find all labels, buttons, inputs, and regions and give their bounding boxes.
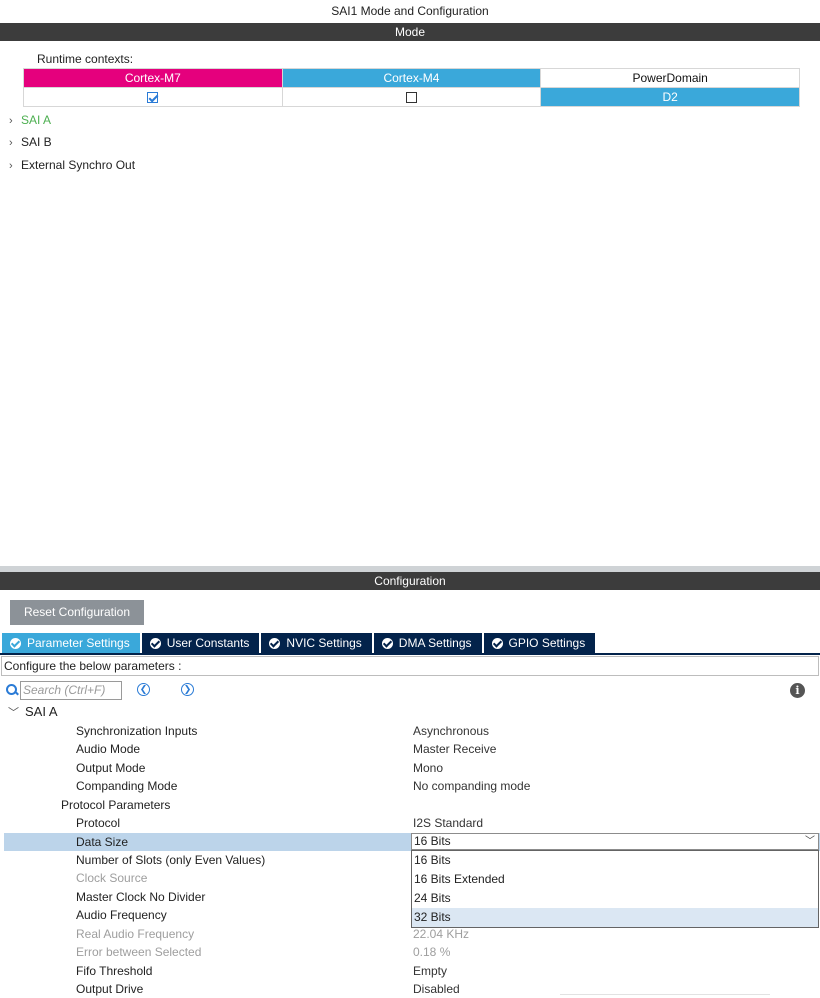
param-value[interactable]: I2S Standard	[413, 814, 483, 832]
param-row[interactable]: Output Mode Mono	[4, 759, 820, 777]
param-row[interactable]: Fifo Threshold Empty	[4, 962, 820, 980]
param-value: 0.18 %	[413, 945, 451, 959]
tab-label: NVIC Settings	[286, 636, 362, 650]
param-name: Error between Selected	[76, 945, 202, 959]
param-name: Number of Slots (only Even Values)	[76, 853, 266, 867]
param-subgroup-protocol[interactable]: Protocol Parameters	[4, 796, 820, 814]
param-name: Clock Source	[76, 871, 148, 885]
powerdomain-value[interactable]: D2	[540, 87, 800, 107]
select-value: 16 Bits	[414, 834, 451, 848]
param-name: Audio Mode	[76, 742, 141, 756]
param-value[interactable]: Mono	[413, 759, 443, 777]
window-title: SAI1 Mode and Configuration	[331, 4, 489, 18]
checkbox-checked-icon[interactable]	[147, 92, 159, 104]
data-size-select[interactable]: 16 Bits ﹀	[411, 833, 819, 850]
param-value[interactable]: Empty	[413, 962, 447, 980]
data-size-dropdown: 16 Bits 16 Bits Extended 24 Bits 32 Bits	[411, 850, 819, 928]
check-circle-icon	[10, 637, 21, 649]
dropdown-option-highlighted[interactable]: 32 Bits	[412, 908, 818, 927]
tab-label: DMA Settings	[398, 636, 472, 650]
cortex-m7-checkbox-cell	[23, 87, 283, 107]
check-circle-icon	[491, 637, 503, 649]
param-name: Master Clock No Divider	[76, 890, 206, 904]
param-name: Audio Frequency	[76, 908, 167, 922]
tab-label: User Constants	[166, 636, 250, 650]
dropdown-option[interactable]: 16 Bits	[412, 851, 818, 870]
checkbox-empty-icon[interactable]	[405, 92, 417, 104]
param-name: Output Drive	[76, 982, 144, 996]
check-circle-icon	[381, 637, 393, 649]
param-row[interactable]: Synchronization Inputs Asynchronous	[4, 722, 820, 740]
context-cortex-m4: Cortex-M4	[281, 68, 542, 88]
tree-item-label: External Synchro Out	[21, 158, 136, 172]
param-name: Output Mode	[76, 761, 146, 775]
param-row[interactable]: Audio Mode Master Receive	[4, 740, 820, 758]
param-group-label: SAI A	[25, 704, 58, 719]
info-icon[interactable]: i	[790, 683, 805, 698]
tab-dma-settings[interactable]: DMA Settings	[373, 633, 482, 653]
tab-parameter-settings[interactable]: Parameter Settings	[2, 633, 140, 653]
tab-gpio-settings[interactable]: GPIO Settings	[483, 633, 596, 653]
param-row[interactable]: Protocol I2S Standard	[4, 814, 820, 832]
chevron-right-icon[interactable]: ›	[9, 157, 21, 175]
tree-item-label: SAI A	[21, 113, 52, 127]
search-icon	[6, 683, 19, 697]
param-group-sai-a[interactable]: ﹀ SAI A	[8, 703, 58, 721]
tree-item-label: SAI B	[21, 135, 52, 149]
chevron-down-icon[interactable]: ﹀	[805, 834, 815, 849]
chevron-right-icon[interactable]: ›	[9, 134, 21, 152]
param-name: Fifo Threshold	[76, 964, 153, 978]
next-arrow-icon[interactable]: ❯	[181, 683, 194, 696]
dropdown-option[interactable]: 16 Bits Extended	[412, 870, 818, 889]
check-circle-icon	[149, 637, 161, 649]
chevron-down-icon[interactable]: ﹀	[8, 707, 19, 719]
mode-header: Mode	[0, 23, 820, 41]
param-value[interactable]: No companding mode	[413, 777, 530, 795]
param-row[interactable]: Companding Mode No companding mode	[4, 777, 820, 795]
tree-item-external-synchro-out[interactable]: › External Synchro Out	[9, 156, 135, 174]
dropdown-option[interactable]: 24 Bits	[412, 889, 818, 908]
runtime-contexts-label: Runtime contexts:	[37, 52, 134, 66]
param-name: Protocol Parameters	[61, 798, 171, 812]
param-value[interactable]: Disabled	[413, 980, 460, 998]
runtime-contexts-table: Cortex-M7 Cortex-M4 PowerDomain D2	[23, 68, 800, 107]
tree-item-sai-a[interactable]: › SAI A	[9, 111, 51, 129]
param-name: Protocol	[76, 816, 121, 830]
param-value[interactable]: Asynchronous	[413, 722, 489, 740]
tab-nvic-settings[interactable]: NVIC Settings	[261, 633, 372, 653]
tab-label: Parameter Settings	[27, 636, 130, 650]
config-tabs: Parameter Settings User Constants NVIC S…	[2, 633, 597, 653]
tree-item-sai-b[interactable]: › SAI B	[9, 133, 52, 151]
chevron-right-icon[interactable]: ›	[9, 112, 21, 130]
scroll-hint-line	[560, 994, 770, 998]
context-cortex-m7: Cortex-M7	[23, 68, 283, 88]
cortex-m4-checkbox-cell	[281, 87, 542, 107]
param-value[interactable]: Master Receive	[413, 740, 496, 758]
search-input[interactable]	[20, 680, 122, 700]
param-name: Data Size	[76, 835, 129, 849]
tab-user-constants[interactable]: User Constants	[141, 633, 260, 653]
check-circle-icon	[269, 637, 281, 649]
param-row: Error between Selected 0.18 %	[4, 943, 820, 961]
reset-configuration-button[interactable]: Reset Configuration	[10, 600, 144, 625]
tab-label: GPIO Settings	[508, 636, 586, 650]
param-name: Companding Mode	[76, 779, 178, 793]
param-name: Synchronization Inputs	[76, 724, 198, 738]
search-bar	[6, 680, 122, 700]
tabs-underline	[0, 653, 820, 655]
prev-arrow-icon[interactable]: ❮	[137, 683, 150, 696]
param-name: Real Audio Frequency	[76, 927, 195, 941]
configure-hint: Configure the below parameters :	[1, 656, 819, 676]
configuration-header: Configuration	[0, 572, 820, 590]
context-powerdomain: PowerDomain	[540, 68, 800, 88]
